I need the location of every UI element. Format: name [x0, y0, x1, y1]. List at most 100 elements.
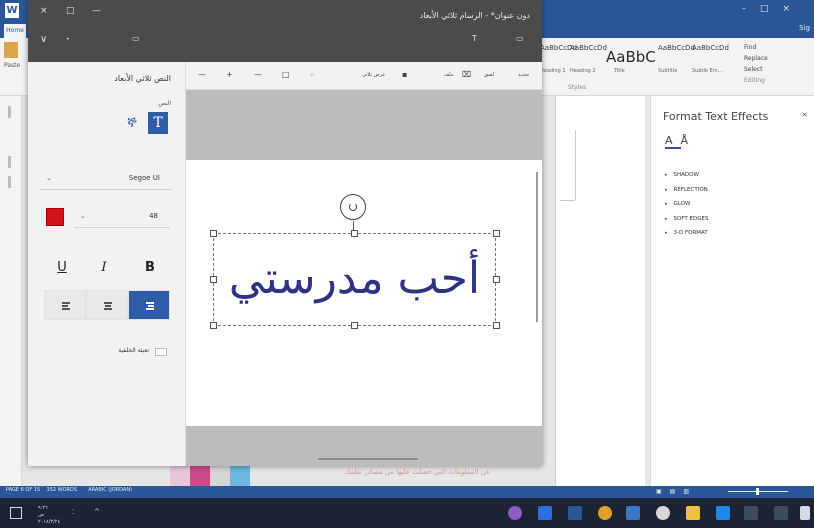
- align-left-button[interactable]: [44, 290, 86, 320]
- store-icon[interactable]: [686, 506, 700, 520]
- zoom-in-button[interactable]: +: [226, 70, 233, 79]
- text-effect-tabs: AÅ: [665, 134, 697, 149]
- canvas-workspace: [186, 90, 542, 160]
- text-fill-icon[interactable]: A: [665, 134, 681, 149]
- style-heading2-name: Heading 2: [570, 68, 596, 74]
- language[interactable]: ARABIC (JORDAN): [88, 487, 132, 493]
- word-tab-home[interactable]: Home: [4, 24, 26, 38]
- document-page[interactable]: [555, 96, 645, 490]
- close-icon[interactable]: ×: [801, 110, 808, 119]
- start-icon[interactable]: [800, 506, 810, 520]
- style-subtle-sample[interactable]: AaBbCcDd: [692, 44, 729, 52]
- taskbar: ٩:٢٦ ص ٢٠١٨/٣/٢٤ ⁚ ^: [0, 498, 814, 528]
- minimize-icon[interactable]: —: [92, 6, 101, 16]
- edge-icon[interactable]: [716, 506, 730, 520]
- replace-button[interactable]: Replace: [744, 53, 768, 64]
- style-heading2-sample[interactable]: AaBbCcDd: [570, 44, 607, 52]
- text-tool-icon[interactable]: T: [472, 34, 477, 43]
- chevron-up-icon[interactable]: ^: [94, 508, 100, 516]
- font-select[interactable]: ⌄ Segoe UI: [40, 168, 172, 190]
- effect-shadow[interactable]: ▸ SHADOW: [665, 168, 708, 183]
- paste-button[interactable]: لصق: [484, 72, 494, 78]
- resize-handle-left[interactable]: [210, 276, 217, 283]
- horizontal-scrollbar[interactable]: [318, 458, 418, 460]
- style-subtitle-sample[interactable]: AaBbCcDd: [658, 44, 695, 52]
- zoom-out-button[interactable]: —: [198, 70, 206, 79]
- view-buttons[interactable]: ▣▤▥: [656, 488, 697, 495]
- folder-icon[interactable]: ▭: [132, 34, 140, 43]
- frame-button[interactable]: □: [282, 70, 290, 79]
- text-2d-icon[interactable]: ኞ: [122, 112, 142, 134]
- resize-handle-br[interactable]: [493, 322, 500, 329]
- effect-soft-edges[interactable]: ▸ SOFT EDGES: [665, 212, 708, 227]
- clipboard-icon: [4, 42, 18, 58]
- explorer-icon[interactable]: [626, 506, 640, 520]
- dot-icon[interactable]: •: [66, 36, 70, 43]
- chevron-down-icon: ⌄: [46, 174, 52, 182]
- text-color-swatch[interactable]: [46, 208, 64, 226]
- format-text-effects-pane: Format Text Effects × AÅ ▸ SHADOW ▸ REFLEC…: [650, 96, 814, 490]
- task-view-icon[interactable]: [10, 507, 22, 519]
- media-icon[interactable]: [656, 506, 670, 520]
- resize-handle-right[interactable]: [493, 276, 500, 283]
- paint3d-icon[interactable]: [538, 506, 552, 520]
- close-icon[interactable]: ×: [40, 6, 48, 16]
- search-icon[interactable]: ⌕: [310, 70, 314, 80]
- word-signin[interactable]: Sig: [799, 24, 810, 32]
- taskbar-clock[interactable]: ٩:٢٦ ص ٢٠١٨/٣/٢٤: [38, 505, 60, 526]
- resize-handle-bl[interactable]: [210, 322, 217, 329]
- language-icon[interactable]: ⁚: [72, 508, 74, 516]
- paste-button[interactable]: Paste: [4, 42, 24, 92]
- text-effects-icon[interactable]: Å: [681, 134, 697, 147]
- three-d-view-button[interactable]: عرض ثلاثي: [362, 72, 385, 78]
- search-icon[interactable]: [774, 506, 788, 520]
- word-count[interactable]: 352 WORDS: [47, 487, 78, 493]
- style-title-sample[interactable]: AaBbC: [606, 48, 656, 66]
- word-window-controls[interactable]: –□×: [741, 4, 804, 14]
- effect-glow[interactable]: ▸ GLOW: [665, 197, 708, 212]
- font-size-select[interactable]: ⌄ 48: [74, 206, 170, 228]
- canvas-text[interactable]: أحب مدرستي: [213, 236, 496, 322]
- effect-3d-format[interactable]: ▸ 3-D FORMAT: [665, 226, 708, 241]
- canvas-toolbar: — + — □ ⌕ عرض ثلاثي ▪ ملف ⌧ لصق تحديد: [186, 62, 542, 90]
- italic-button[interactable]: I: [90, 256, 118, 280]
- canvas-workspace: [186, 426, 542, 466]
- canvas-button[interactable]: ملف: [444, 72, 454, 78]
- zoom-knob[interactable]: [756, 488, 759, 495]
- cortana-icon[interactable]: [508, 506, 522, 520]
- effects-list: ▸ SHADOW ▸ REFLECTION ▸ GLOW ▸ SOFT EDGES ▸ 3…: [665, 168, 708, 241]
- select-button[interactable]: Select: [744, 64, 768, 75]
- page-count[interactable]: PAGE 6 OF 15: [6, 487, 40, 493]
- text-3d-icon[interactable]: T: [148, 112, 168, 134]
- align-center-button[interactable]: [86, 290, 128, 320]
- vertical-scrollbar[interactable]: [536, 172, 538, 322]
- canvas-icon[interactable]: ▪: [402, 70, 407, 79]
- background-fill-checkbox[interactable]: [155, 348, 167, 356]
- background-fill-label: تعبئة الخلفية: [118, 347, 149, 354]
- task-icon[interactable]: [744, 506, 758, 520]
- effect-reflection[interactable]: ▸ REFLECTION: [665, 183, 708, 198]
- resize-handle-tl[interactable]: [210, 230, 217, 237]
- pane-title: Format Text Effects: [663, 110, 769, 123]
- editing-group: Find Replace Select Editing: [744, 42, 768, 86]
- panel-icon[interactable]: ▭: [516, 34, 524, 43]
- resize-handle-bottom[interactable]: [351, 322, 358, 329]
- paint3d-titlebar: × □ — دون عنوان* - الرسام ثلاثي الأبعاد …: [28, 0, 542, 62]
- select-button[interactable]: تحديد: [518, 72, 529, 78]
- word-icon[interactable]: [568, 506, 582, 520]
- bold-button[interactable]: B: [136, 256, 164, 280]
- align-right-button[interactable]: [128, 290, 170, 320]
- minus-button[interactable]: —: [254, 70, 262, 79]
- resize-handle-top[interactable]: [351, 230, 358, 237]
- chevron-down-icon[interactable]: ∨: [40, 34, 47, 45]
- text-type-label: النص: [158, 100, 171, 107]
- underline-button[interactable]: U: [48, 256, 76, 280]
- rotate-handle-icon[interactable]: [340, 194, 366, 220]
- find-button[interactable]: Find: [744, 42, 768, 53]
- resize-handle-tr[interactable]: [493, 230, 500, 237]
- maximize-icon[interactable]: □: [66, 6, 75, 16]
- paste-label: Paste: [4, 62, 21, 69]
- chrome-icon[interactable]: [598, 506, 612, 520]
- status-left: PAGE 6 OF 15 352 WORDS ARABIC (JORDAN): [6, 487, 132, 493]
- crop-icon[interactable]: ⌧: [462, 70, 471, 79]
